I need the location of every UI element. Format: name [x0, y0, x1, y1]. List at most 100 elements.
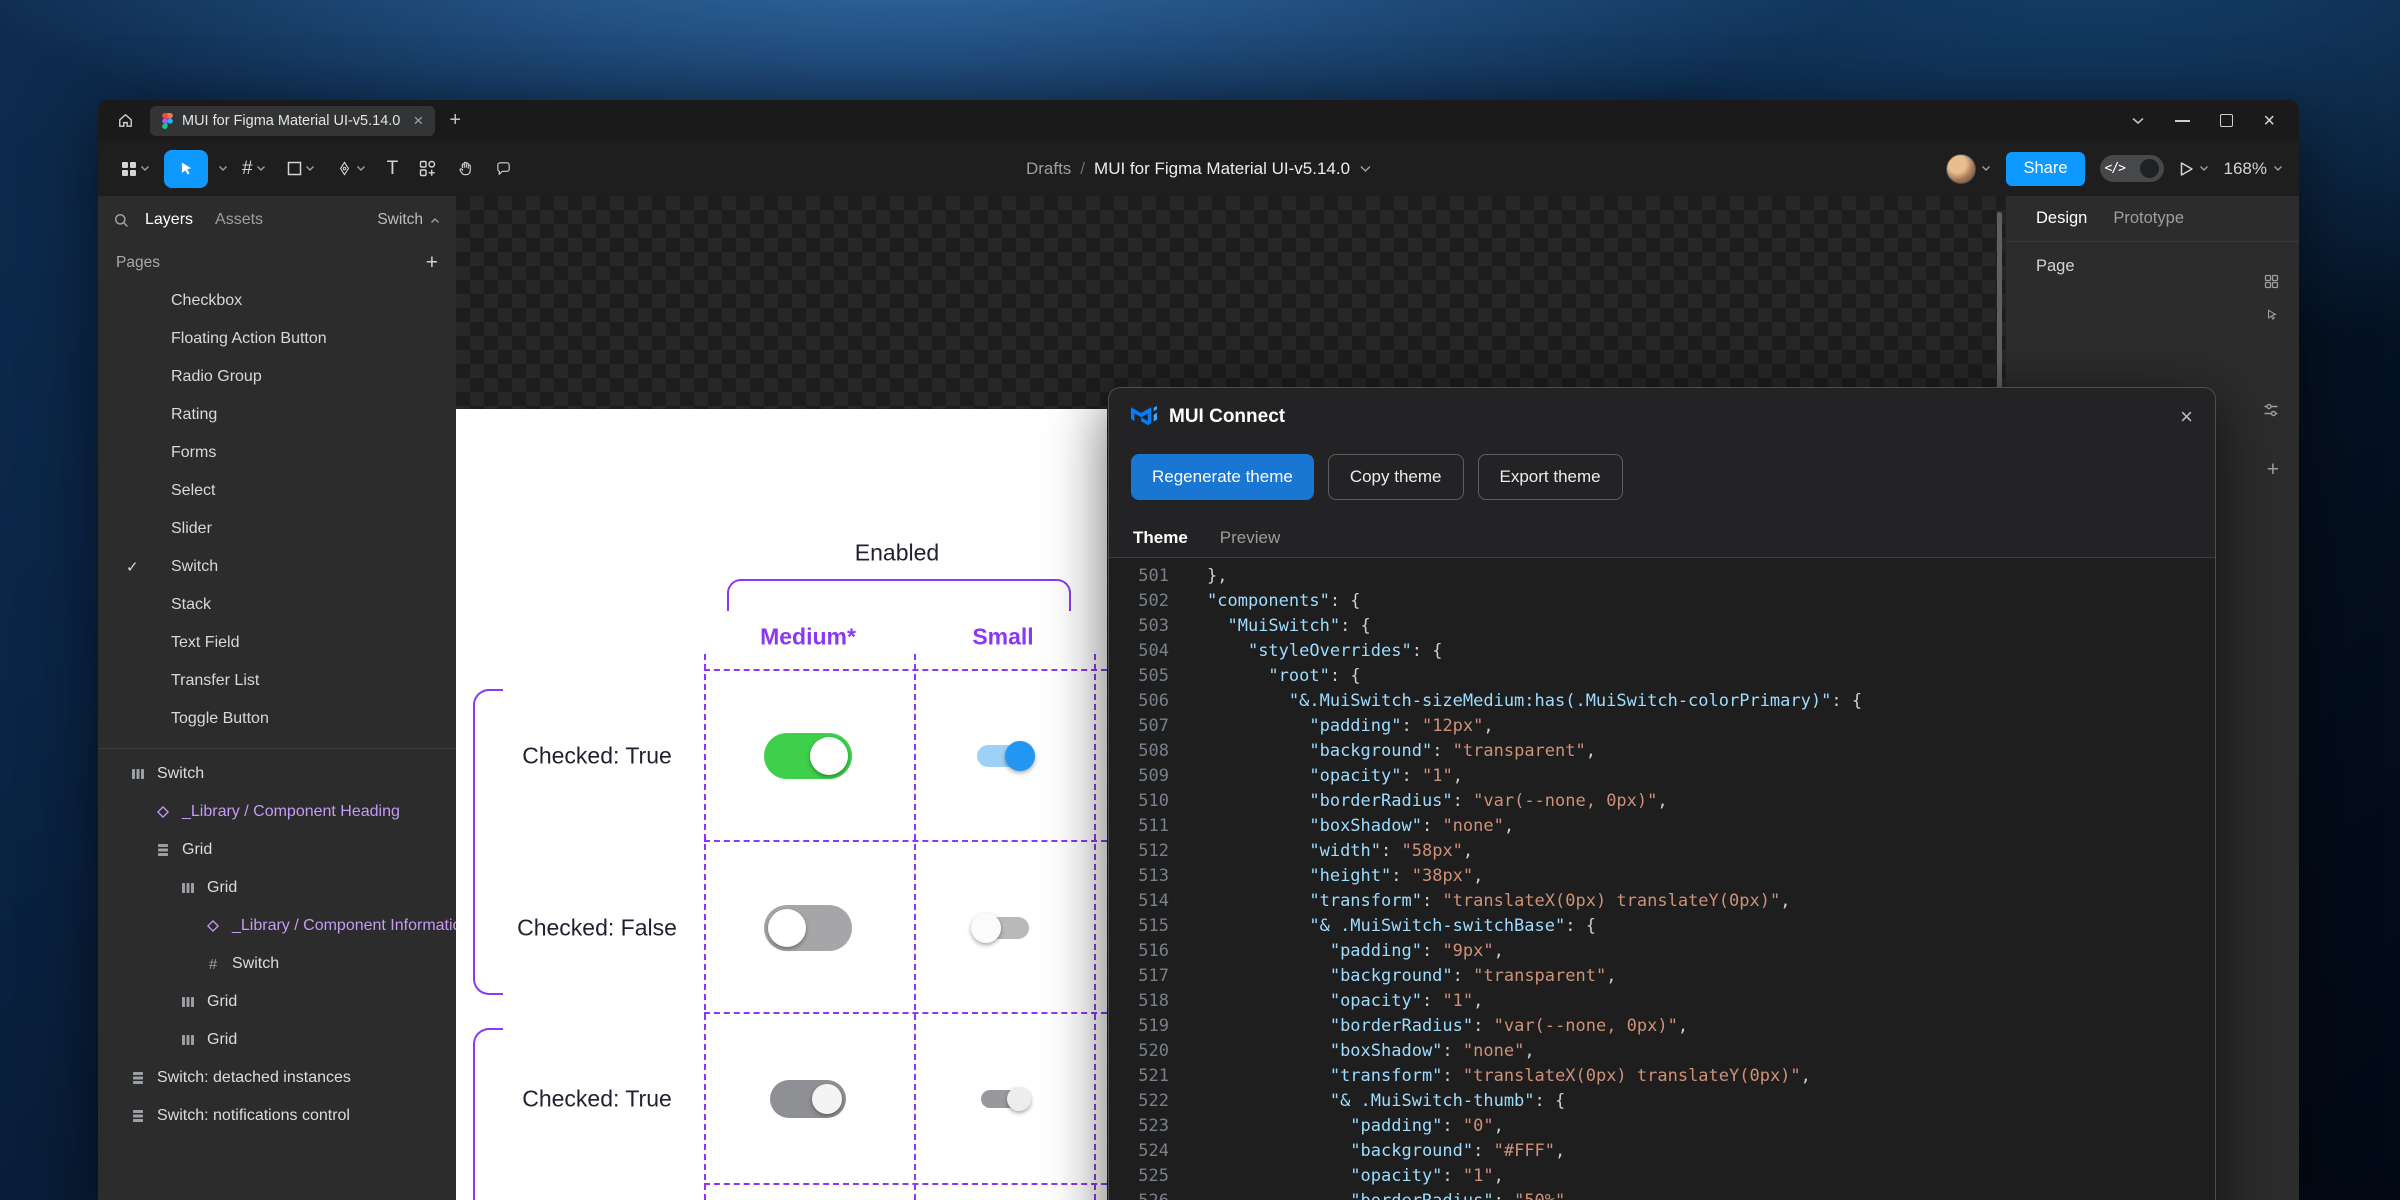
- tab-theme[interactable]: Theme: [1133, 528, 1188, 548]
- layer-row[interactable]: Grid: [98, 869, 456, 907]
- resources-icon: [419, 160, 436, 177]
- share-button[interactable]: Share: [2006, 152, 2084, 186]
- artboard[interactable]: Enabled Medium* Small Checked: True Chec…: [456, 409, 1107, 1200]
- present-button[interactable]: [2179, 161, 2209, 177]
- page-label: Stack: [171, 596, 211, 614]
- add-style-icon[interactable]: +: [2267, 458, 2279, 482]
- tab-preview[interactable]: Preview: [1220, 528, 1280, 548]
- dialog-close-icon[interactable]: ×: [2180, 406, 2193, 428]
- line-number: 523: [1109, 1114, 1169, 1139]
- page-item[interactable]: Transfer List: [98, 662, 456, 700]
- breadcrumb-file-name[interactable]: MUI for Figma Material UI-v5.14.0: [1094, 159, 1350, 179]
- columns-icon: [130, 767, 146, 781]
- code-line: 523 "padding": "0",: [1109, 1114, 2215, 1139]
- layer-row[interactable]: Grid: [98, 983, 456, 1021]
- layer-row[interactable]: _Library / Component Heading: [98, 793, 456, 831]
- chevron-down-icon[interactable]: [1359, 165, 1371, 173]
- adjustments-icon[interactable]: [2263, 402, 2279, 418]
- layer-row[interactable]: _Library / Component Information: [98, 907, 456, 945]
- page-item[interactable]: Select: [98, 472, 456, 510]
- comment-tool-button[interactable]: [488, 150, 519, 188]
- layer-row[interactable]: Switch: notifications control: [98, 1097, 456, 1135]
- resources-button[interactable]: [412, 150, 443, 188]
- code-line: 516 "padding": "9px",: [1109, 939, 2215, 964]
- regenerate-theme-button[interactable]: Regenerate theme: [1131, 454, 1314, 500]
- maximize-icon[interactable]: [2220, 114, 2233, 127]
- layer-row[interactable]: Grid: [98, 831, 456, 869]
- chevron-down-icon[interactable]: [1981, 165, 1991, 172]
- switch-thumb: [812, 1084, 842, 1114]
- page-label: Text Field: [171, 634, 239, 652]
- layer-row[interactable]: Switch: detached instances: [98, 1059, 456, 1097]
- main-menu-button[interactable]: [114, 150, 157, 188]
- add-page-button[interactable]: +: [426, 251, 438, 275]
- hand-tool-button[interactable]: [450, 150, 481, 188]
- line-number: 512: [1109, 839, 1169, 864]
- code-text: "width": "58px",: [1207, 839, 1473, 864]
- rows-icon: [130, 1109, 146, 1123]
- code-text: "&.MuiSwitch-sizeMedium:has(.MuiSwitch-c…: [1207, 689, 1862, 714]
- switch-component[interactable]: [764, 733, 852, 779]
- annotation-bracket-top: [727, 579, 1071, 611]
- chevron-down-icon[interactable]: [218, 165, 228, 172]
- page-item[interactable]: Rating: [98, 396, 456, 434]
- styles-grid-icon[interactable]: [2264, 274, 2279, 289]
- code-line: 505 "root": {: [1109, 664, 2215, 689]
- tab-layers[interactable]: Layers: [145, 211, 193, 229]
- current-selection-dropdown[interactable]: Switch: [377, 211, 440, 229]
- file-tab[interactable]: MUI for Figma Material UI-v5.14.0 ×: [150, 106, 435, 136]
- tab-design[interactable]: Design: [2036, 209, 2087, 228]
- page-item[interactable]: Toggle Button: [98, 700, 456, 738]
- dialog-title: MUI Connect: [1169, 406, 1285, 428]
- code-line: 518 "opacity": "1",: [1109, 989, 2215, 1014]
- layer-row[interactable]: Switch: [98, 755, 456, 793]
- grid-dashed-line: [704, 1183, 1107, 1185]
- page-item[interactable]: Floating Action Button: [98, 320, 456, 358]
- switch-component[interactable]: [977, 745, 1029, 767]
- window-menu-chevron-icon[interactable]: [2131, 116, 2145, 125]
- move-tool-button[interactable]: [164, 150, 208, 188]
- search-icon[interactable]: [114, 213, 129, 228]
- page-item[interactable]: Stack: [98, 586, 456, 624]
- home-button[interactable]: [110, 106, 140, 136]
- annotation-bracket-left: [473, 1028, 503, 1200]
- page-item[interactable]: Slider: [98, 510, 456, 548]
- page-item[interactable]: Checkbox: [98, 282, 456, 320]
- page-item[interactable]: Text Field: [98, 624, 456, 662]
- switch-component[interactable]: [977, 917, 1029, 939]
- page-item[interactable]: Forms: [98, 434, 456, 472]
- pointer-icon[interactable]: [2265, 308, 2279, 322]
- group-label-enabled: Enabled: [855, 540, 939, 567]
- pen-tool-button[interactable]: [329, 150, 373, 188]
- user-avatar[interactable]: [1946, 154, 1976, 184]
- window-close-icon[interactable]: ×: [2263, 111, 2275, 131]
- dev-mode-toggle[interactable]: </>: [2100, 155, 2164, 182]
- tab-assets[interactable]: Assets: [215, 211, 263, 229]
- frame-tool-button[interactable]: #: [235, 150, 273, 188]
- page-item[interactable]: Radio Group: [98, 358, 456, 396]
- close-tab-icon[interactable]: ×: [413, 111, 423, 131]
- text-tool-button[interactable]: T: [380, 150, 406, 188]
- page-item[interactable]: ✓Switch: [98, 548, 456, 586]
- zoom-control[interactable]: 168%: [2224, 159, 2283, 179]
- breadcrumb[interactable]: Drafts / MUI for Figma Material UI-v5.14…: [1026, 141, 1371, 196]
- layer-row[interactable]: Grid: [98, 1021, 456, 1059]
- theme-code-editor[interactable]: 501},502"components": {503 "MuiSwitch": …: [1109, 558, 2215, 1200]
- line-number: 524: [1109, 1139, 1169, 1164]
- shape-tool-button[interactable]: [280, 150, 322, 188]
- tab-prototype[interactable]: Prototype: [2113, 209, 2184, 228]
- switch-component[interactable]: [770, 1080, 846, 1118]
- layer-row[interactable]: #Switch: [98, 945, 456, 983]
- line-number: 520: [1109, 1039, 1169, 1064]
- minimize-icon[interactable]: [2175, 120, 2190, 122]
- line-number: 504: [1109, 639, 1169, 664]
- export-theme-button[interactable]: Export theme: [1478, 454, 1623, 500]
- breadcrumb-folder[interactable]: Drafts: [1026, 159, 1071, 179]
- switch-component[interactable]: [764, 905, 852, 951]
- new-tab-button[interactable]: +: [449, 109, 461, 132]
- switch-track: [770, 1080, 846, 1118]
- line-number: 515: [1109, 914, 1169, 939]
- columns-icon: [180, 881, 196, 895]
- switch-component[interactable]: [981, 1090, 1025, 1108]
- copy-theme-button[interactable]: Copy theme: [1328, 454, 1464, 500]
